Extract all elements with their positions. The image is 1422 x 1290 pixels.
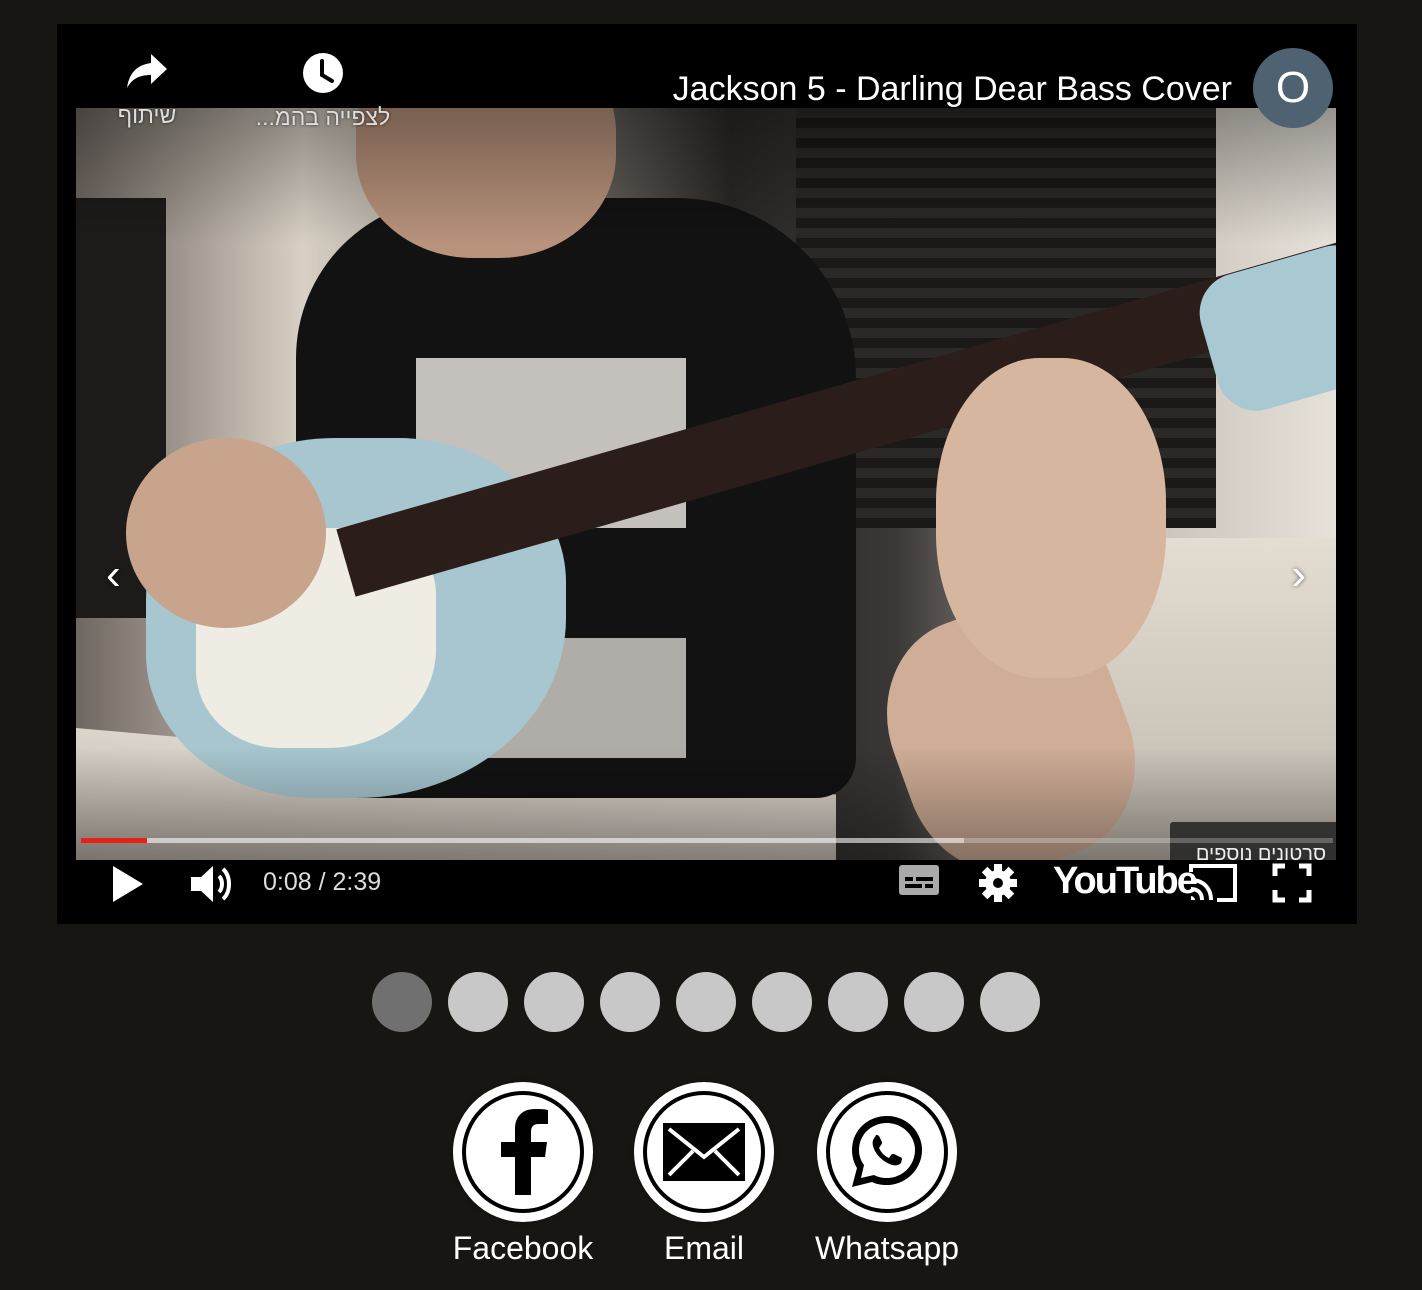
channel-avatar[interactable]: O — [1253, 48, 1333, 128]
settings-gear-icon — [979, 864, 1017, 902]
progress-played — [81, 838, 148, 843]
cast-button[interactable] — [1187, 862, 1239, 904]
subtitles-icon — [899, 865, 939, 895]
watch-later-button[interactable]: לצפייה בהמ... — [243, 52, 403, 131]
carousel-dot[interactable] — [600, 972, 660, 1032]
volume-button[interactable] — [187, 862, 235, 906]
carousel-dot[interactable] — [904, 972, 964, 1032]
share-label: שיתוף — [117, 102, 177, 128]
whatsapp-label: Whatsapp — [814, 1230, 960, 1266]
play-icon — [113, 866, 143, 902]
cast-icon — [1189, 864, 1237, 902]
youtube-logo[interactable]: YouTube — [1053, 860, 1198, 903]
carousel-dot[interactable] — [524, 972, 584, 1032]
carousel-dot[interactable] — [980, 972, 1040, 1032]
facebook-label: Facebook — [452, 1230, 594, 1266]
time-display: 0:08 / 2:39 — [263, 868, 382, 896]
player-controls: 0:08 / 2:39 YouTube — [57, 854, 1357, 914]
settings-button[interactable] — [977, 862, 1019, 904]
whatsapp-share-button[interactable]: Whatsapp — [792, 1084, 982, 1267]
carousel-pagination — [372, 972, 1040, 1032]
envelope-icon — [663, 1123, 745, 1181]
carousel-dot[interactable] — [752, 972, 812, 1032]
facebook-icon — [501, 1109, 548, 1195]
fullscreen-icon — [1272, 863, 1312, 903]
share-button[interactable]: שיתוף — [107, 52, 187, 129]
next-video-arrow[interactable]: › — [1291, 553, 1306, 597]
subtitles-button[interactable] — [897, 862, 941, 898]
video-frame[interactable]: ‹ › סרטונים נוספים — [76, 108, 1336, 860]
facebook-share-button[interactable]: Facebook — [428, 1084, 618, 1267]
carousel-dot[interactable] — [828, 972, 888, 1032]
video-player[interactable]: ‹ › סרטונים נוספים שיתוף לצפייה בהמ... J… — [57, 24, 1357, 924]
fullscreen-button[interactable] — [1271, 862, 1313, 904]
volume-icon — [191, 866, 231, 902]
share-icon — [127, 54, 167, 88]
play-button[interactable] — [107, 862, 147, 906]
youtube-wordmark: YouTube — [1053, 860, 1198, 902]
previous-video-arrow[interactable]: ‹ — [106, 553, 121, 597]
email-label: Email — [663, 1230, 744, 1266]
video-title[interactable]: Jackson 5 - Darling Dear Bass Cover — [673, 70, 1232, 109]
progress-bar[interactable] — [81, 838, 1333, 843]
whatsapp-icon — [852, 1116, 922, 1187]
carousel-dot[interactable] — [372, 972, 432, 1032]
progress-buffered — [81, 838, 964, 843]
carousel-dot[interactable] — [448, 972, 508, 1032]
watch-later-label: לצפייה בהמ... — [255, 104, 391, 130]
email-share-button[interactable]: Email — [609, 1084, 799, 1267]
carousel-dot[interactable] — [676, 972, 736, 1032]
clock-icon — [303, 53, 343, 93]
